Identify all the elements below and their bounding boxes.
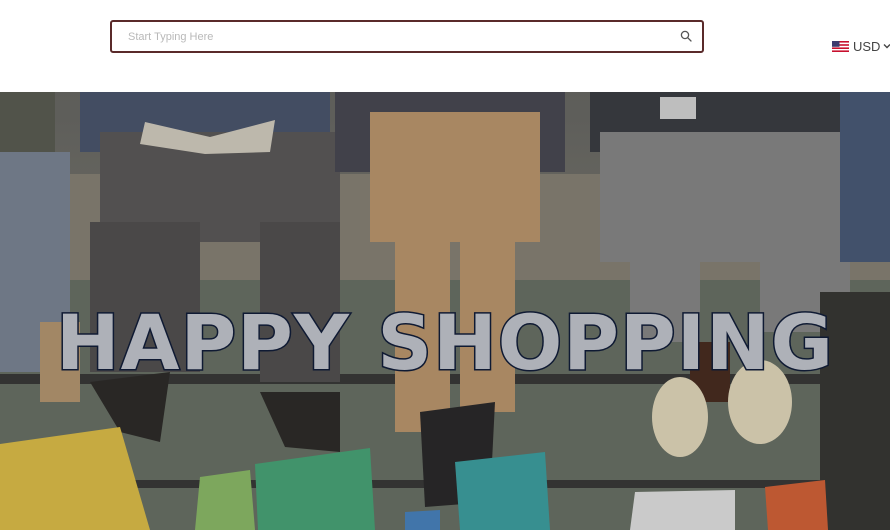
us-flag-icon [832,40,849,52]
hero-banner[interactable]: HAPPY SHOPPING [0,92,890,530]
chevron-down-icon [883,44,890,49]
currency-selector[interactable]: USD [832,38,890,54]
currency-label: USD [853,38,881,54]
search-icon[interactable] [680,30,692,42]
header-bar: USD [0,0,890,92]
search-input[interactable] [128,22,668,51]
hero-headline: HAPPY SHOPPING [55,297,835,389]
search-box[interactable] [110,20,704,53]
